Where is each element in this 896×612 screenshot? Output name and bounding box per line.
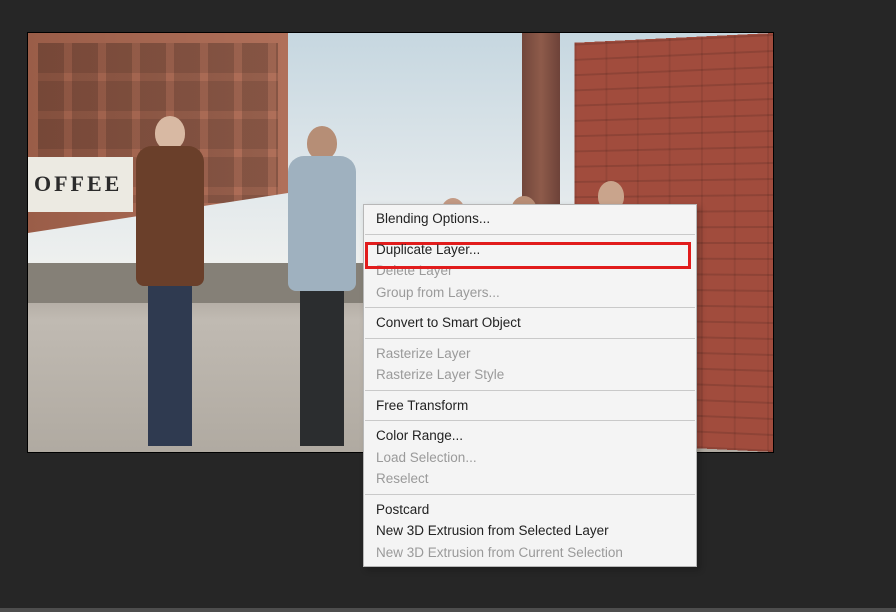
menu-item-duplicate-layer[interactable]: Duplicate Layer...: [364, 239, 696, 261]
photo-person-1: [136, 116, 204, 446]
editor-workspace: OFFEE Blending Options... Duplicate Layer…: [0, 0, 896, 608]
menu-separator: [365, 494, 695, 495]
menu-item-new-3d-extrusion-from-selected-layer[interactable]: New 3D Extrusion from Selected Layer: [364, 520, 696, 542]
menu-item-load-selection: Load Selection...: [364, 447, 696, 469]
menu-separator: [365, 420, 695, 421]
menu-separator: [365, 234, 695, 235]
menu-separator: [365, 338, 695, 339]
menu-separator: [365, 307, 695, 308]
menu-item-convert-to-smart-object[interactable]: Convert to Smart Object: [364, 312, 696, 334]
photo-person-2: [288, 126, 356, 446]
menu-item-rasterize-layer-style: Rasterize Layer Style: [364, 364, 696, 386]
awning-text: OFFEE: [34, 171, 122, 197]
photo-awning: OFFEE: [28, 157, 133, 212]
menu-item-reselect: Reselect: [364, 468, 696, 490]
menu-item-rasterize-layer: Rasterize Layer: [364, 343, 696, 365]
window-bottom-edge: [0, 608, 896, 612]
menu-item-color-range[interactable]: Color Range...: [364, 425, 696, 447]
menu-item-blending-options[interactable]: Blending Options...: [364, 208, 696, 230]
menu-item-group-from-layers: Group from Layers...: [364, 282, 696, 304]
menu-item-free-transform[interactable]: Free Transform: [364, 395, 696, 417]
menu-item-new-3d-extrusion-from-current-selection: New 3D Extrusion from Current Selection: [364, 542, 696, 564]
menu-separator: [365, 390, 695, 391]
layer-context-menu[interactable]: Blending Options... Duplicate Layer...Del…: [363, 204, 697, 567]
menu-item-delete-layer: Delete Layer: [364, 260, 696, 282]
menu-item-postcard[interactable]: Postcard: [364, 499, 696, 521]
